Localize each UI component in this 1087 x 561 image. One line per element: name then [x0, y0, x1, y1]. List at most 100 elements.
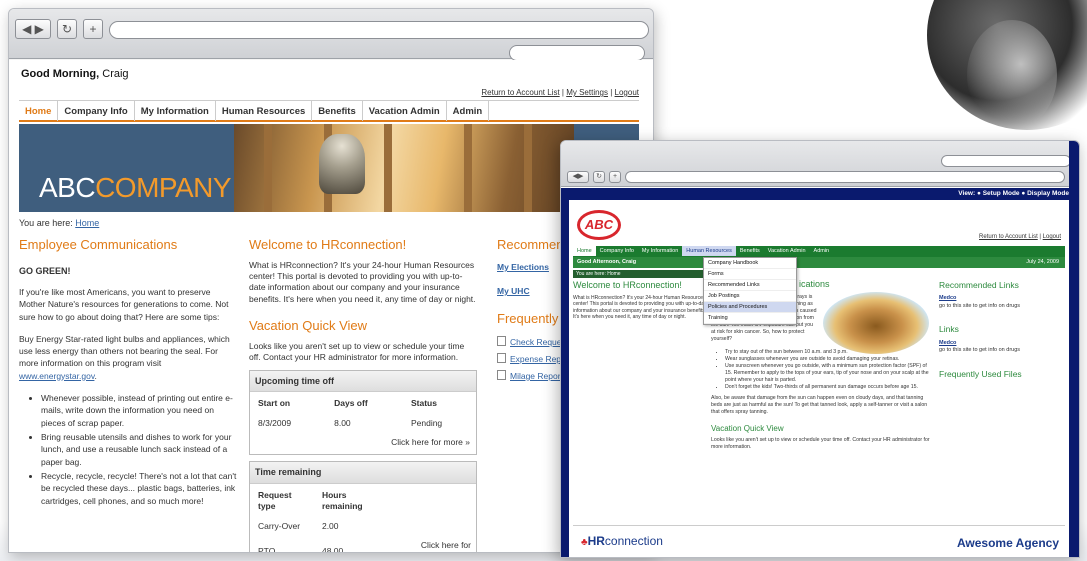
communications-heading: ications: [799, 279, 830, 289]
energy-star-text: Buy Energy Star-rated light bulbs and ap…: [19, 333, 230, 369]
menu-home[interactable]: Home: [19, 101, 59, 121]
dropdown-item-handbook[interactable]: Company Handbook: [704, 258, 796, 269]
hero-banner: ABCCOMPANY: [19, 124, 639, 212]
cell: 2.00: [321, 520, 339, 531]
company-logo: ABCCOMPANY: [39, 172, 232, 204]
footer: ♣HRconnection Awesome Agency: [573, 525, 1065, 557]
energystar-link[interactable]: www.energystar.gov: [19, 371, 94, 381]
account-links: Return to Account List | My Settings | L…: [481, 88, 639, 97]
logout-link[interactable]: Logout: [1043, 234, 1061, 240]
upcoming-table: Start on Days off Status 8/3/2009 8.00 Pendi…: [250, 392, 476, 433]
address-bar[interactable]: [109, 21, 649, 39]
energy-star-paragraph: Buy Energy Star-rated light bulbs and ap…: [19, 333, 230, 381]
hr-dropdown-menu: Company Handbook Forms Recommended Links…: [703, 257, 797, 325]
greeting-prefix: Good Morning,: [21, 68, 100, 80]
welcome-column: Welcome to HRconnection! What is HRconne…: [249, 236, 477, 552]
cell: 8.00: [334, 417, 351, 428]
tip-item: Try to stay out of the sun between 10 a.…: [725, 349, 933, 356]
view-label: View:: [958, 190, 976, 197]
breadcrumb: You are here: Home: [573, 270, 709, 278]
sun-hat-photo: [823, 292, 929, 354]
agency-logo: Awesome Agency: [956, 536, 1059, 550]
beam: [464, 124, 472, 212]
remaining-title: Time remaining: [250, 462, 476, 484]
cell: Carry-Over: [258, 520, 301, 531]
tip-item: Bring reusable utensils and dishes to wo…: [41, 431, 237, 468]
add-tab-icon[interactable]: +: [83, 19, 103, 39]
breadcrumb-home-link[interactable]: Home: [75, 218, 99, 228]
beam: [524, 124, 532, 212]
add-tab-icon[interactable]: +: [609, 171, 621, 183]
dropdown-item-policies[interactable]: Policies and Procedures: [704, 302, 796, 313]
medco-description: go to this site to get info on drugs: [939, 347, 1021, 354]
menu-admin[interactable]: Admin: [447, 101, 490, 121]
dropdown-item-training[interactable]: Training: [704, 313, 796, 324]
more-remaining-link[interactable]: Click here for more »: [391, 536, 476, 552]
beam: [264, 124, 272, 212]
greeting: Good Morning, Craig: [21, 68, 129, 80]
breadcrumb: You are here: Home: [19, 218, 99, 228]
greeting-bar: Good Afternoon, Craig July 24, 2009: [573, 257, 1065, 268]
beam: [384, 124, 392, 212]
more-upcoming-link[interactable]: Click here for more »: [250, 433, 476, 454]
back-forward-button[interactable]: ◀ ▶: [15, 19, 51, 39]
dropdown-item-forms[interactable]: Forms: [704, 269, 796, 280]
menu-admin[interactable]: Admin: [810, 246, 834, 256]
setup-mode-radio[interactable]: Setup Mode: [983, 190, 1020, 197]
greeting: Good Afternoon, Craig: [577, 259, 637, 265]
menu-human-resources[interactable]: Human Resources: [216, 101, 313, 121]
col-status: Status: [410, 398, 437, 409]
tip-item: Whenever possible, instead of printing o…: [41, 392, 237, 429]
reload-icon[interactable]: ↻: [57, 19, 77, 39]
menu-company-info[interactable]: Company Info: [58, 101, 135, 121]
logo-hr: HR: [587, 534, 605, 548]
reload-icon[interactable]: ↻: [593, 171, 605, 183]
search-bar[interactable]: [941, 155, 1071, 167]
logo-connection: connection: [604, 534, 663, 548]
display-mode-radio[interactable]: Display Mode: [1027, 190, 1069, 197]
tip-item: Recycle, recycle, recycle! There's not a…: [41, 470, 237, 507]
main-menu: Home Company Info My Information Human Reso…: [19, 100, 639, 122]
tips-list: Whenever possible, instead of printing o…: [19, 392, 237, 507]
browser-toolbar: ◀▶ ↻ +: [561, 141, 1079, 187]
my-settings-link[interactable]: My Settings: [566, 88, 608, 97]
communications-column: Employee Communications GO GREEN! If you…: [19, 236, 237, 509]
vacation-text: Looks like you aren't set up to view or …: [249, 340, 465, 363]
return-account-list-link[interactable]: Return to Account List: [979, 234, 1038, 240]
address-bar[interactable]: [625, 171, 1065, 183]
vacation-heading: Vacation Quick View: [711, 424, 784, 434]
menu-company-info[interactable]: Company Info: [596, 246, 638, 256]
menu-my-information[interactable]: My Information: [638, 246, 682, 256]
return-account-list-link[interactable]: Return to Account List: [481, 88, 559, 97]
welcome-heading: Welcome to HRconnection!: [573, 280, 682, 290]
recommended-heading: Recommended Links: [939, 280, 1019, 290]
back-forward-button[interactable]: ◀▶: [567, 171, 589, 183]
search-bar[interactable]: [509, 45, 645, 61]
logo-company: COMPANY: [95, 172, 232, 203]
menu-my-information[interactable]: My Information: [135, 101, 216, 121]
vacation-text: Looks like you aren't set up to view or …: [711, 437, 930, 451]
menu-vacation-admin[interactable]: Vacation Admin: [764, 246, 810, 256]
menu-benefits[interactable]: Benefits: [736, 246, 764, 256]
user-name: Craig: [102, 68, 129, 80]
dropdown-item-jobs[interactable]: Job Postings: [704, 291, 796, 302]
frequent-files-heading: Frequently Used Files: [939, 368, 1022, 379]
menu-home[interactable]: Home: [573, 246, 596, 256]
tip-item: Use sunscreen whenever you go outside, w…: [725, 363, 933, 384]
medco-link[interactable]: Medco: [939, 295, 1069, 302]
menu-vacation-admin[interactable]: Vacation Admin: [363, 101, 447, 121]
sun-closing: Also, be aware that damage from the sun …: [711, 395, 928, 416]
links-column: Recommended Links Medco go to this site …: [939, 280, 1069, 384]
sun-tips-list: Try to stay out of the sun between 10 a.…: [711, 349, 933, 391]
logo-abc: ABC: [39, 172, 96, 203]
welcome-column: Welcome to HRconnection! What is HRconne…: [573, 280, 709, 321]
col-request-type: Request type: [258, 489, 292, 512]
logout-link[interactable]: Logout: [615, 88, 639, 97]
menu-benefits[interactable]: Benefits: [312, 101, 363, 121]
table-row: Carry-Over 2.00: [250, 517, 476, 536]
dropdown-item-links[interactable]: Recommended Links: [704, 280, 796, 291]
medco-link[interactable]: Medco: [939, 340, 1069, 347]
main-menu: Home Company Info My Information Human Reso…: [573, 246, 1065, 257]
menu-human-resources[interactable]: Human Resources: [682, 246, 736, 256]
right-page: ABC Return to Account List | Logout Home…: [569, 200, 1069, 557]
